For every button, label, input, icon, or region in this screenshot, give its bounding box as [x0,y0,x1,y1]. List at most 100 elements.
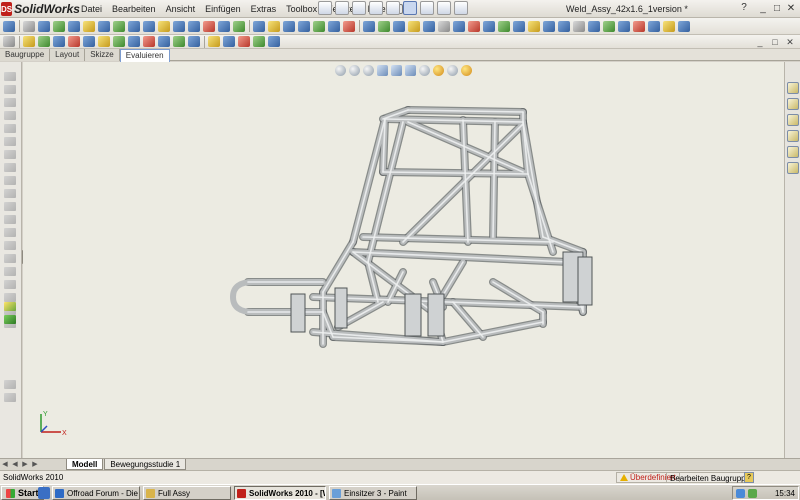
security-icon[interactable] [748,488,757,498]
tab-skizze[interactable]: Skizze [85,49,120,61]
sketch-arc-icon[interactable] [4,150,16,159]
options-gear-icon[interactable] [454,1,468,15]
weld-table-icon[interactable] [68,36,80,47]
material-icon[interactable] [98,36,110,47]
menu-bearbeiten[interactable]: Bearbeiten [107,0,161,18]
menu-einfuegen[interactable]: Einfügen [200,0,246,18]
trim-extend-icon[interactable] [298,20,310,32]
gusset-icon[interactable] [328,20,340,32]
scene-icon[interactable] [128,36,140,47]
smart-dimension-icon[interactable] [38,36,50,47]
point-icon[interactable] [588,20,600,32]
plane-icon[interactable] [543,20,555,32]
appearances-scenes-icon[interactable] [787,146,799,158]
edit-sketch-icon[interactable] [23,36,35,47]
offset-icon[interactable] [158,20,170,32]
sketch-mirror-icon[interactable] [4,293,16,302]
sketch-parabola-icon[interactable] [4,176,16,185]
tab-evaluieren[interactable]: Evaluieren [119,49,170,62]
tube-frame-model[interactable] [23,62,784,458]
sketch-centerline-icon[interactable] [4,215,16,224]
rectangle-icon[interactable] [98,20,110,32]
sketch-trim-icon[interactable] [4,267,16,276]
cut-list-icon[interactable] [83,36,95,47]
curve-through-points-icon[interactable] [678,20,690,32]
prev-tab-arrow-icon[interactable]: ◀ [10,459,20,470]
graphics-viewport[interactable]: Y X [23,62,784,458]
section-view-icon[interactable] [513,20,525,32]
mirror-icon[interactable] [173,20,185,32]
arc-icon[interactable] [68,20,80,32]
rotate-component-icon[interactable] [408,20,420,32]
next-tab-arrow-icon[interactable]: ▶ [20,459,30,470]
repair-sketch-icon[interactable] [4,315,16,324]
new-document-icon[interactable] [318,1,332,15]
network-icon[interactable] [736,488,745,498]
undo-icon[interactable] [386,1,400,15]
close-button[interactable]: ✕ [784,0,798,17]
sketch-point-icon[interactable] [4,72,16,81]
sketch-chamfer-icon[interactable] [4,241,16,250]
dimension-icon[interactable] [218,20,230,32]
simulation-icon[interactable] [223,36,235,47]
sketch-icon[interactable] [23,20,35,32]
sketch-line-icon[interactable] [4,85,16,94]
file-explorer-icon[interactable] [787,114,799,126]
coordinate-system-icon[interactable] [573,20,585,32]
sketch-slot-icon[interactable] [4,111,16,120]
toolbox-icon[interactable] [188,36,200,47]
file-properties-icon[interactable] [437,1,451,15]
tab-modell[interactable]: Modell [66,459,104,470]
display-relations-icon[interactable] [233,20,245,32]
sketch-fillet-icon[interactable] [53,36,65,47]
3d-sketch-icon[interactable] [253,20,265,32]
solidworks-logo[interactable]: DS SolidWorks [1,1,80,17]
reference-geometry-icon[interactable] [528,20,540,32]
photoview-icon[interactable] [158,36,170,47]
menu-datei[interactable]: Datei [76,0,107,18]
axis-icon[interactable] [558,20,570,32]
sketch-text-icon[interactable] [4,202,16,211]
circuitworks-icon[interactable] [268,36,280,47]
doc-maximize-button[interactable]: □ [769,35,781,49]
sketch-polygon-icon[interactable] [4,124,16,133]
open-folder-icon[interactable] [335,1,349,15]
mass-properties-icon[interactable] [498,20,510,32]
task-paint[interactable]: Einsitzer 3 - Paint [329,486,417,500]
sketch-extend-icon[interactable] [4,280,16,289]
tab-baugruppe[interactable]: Baugruppe [0,49,51,61]
save-icon[interactable] [352,1,366,15]
trim-icon[interactable] [128,20,140,32]
sketch-fillet-side-icon[interactable] [4,228,16,237]
maximize-button[interactable]: □ [770,0,784,17]
design-library-icon[interactable] [208,36,220,47]
appearance-icon[interactable] [113,36,125,47]
quick-tips-help-icon[interactable]: ? [744,472,754,483]
select-pointer-icon[interactable] [403,1,417,15]
composite-curve-icon[interactable] [648,20,660,32]
last-tab-arrow-icon[interactable]: ▶ [30,459,40,470]
tab-bewegungsstudie-1[interactable]: Bewegungsstudie 1 [104,459,187,470]
weld-bead-icon[interactable] [343,20,355,32]
task-solidworks[interactable]: SolidWorks 2010 - [W... [234,486,326,500]
custom-properties-icon[interactable] [787,162,799,174]
menu-extras[interactable]: Extras [246,0,282,18]
sketch-spline-icon[interactable] [4,189,16,198]
decal-icon[interactable] [143,36,155,47]
render-icon[interactable] [173,36,185,47]
sketch-offset-icon[interactable] [4,254,16,263]
fillet-icon[interactable] [113,20,125,32]
mate-icon[interactable] [378,20,390,32]
helix-icon[interactable] [633,20,645,32]
sketch-rectangle-icon[interactable] [4,98,16,107]
move-component-icon[interactable] [393,20,405,32]
linear-pattern-icon[interactable] [188,20,200,32]
projected-curve-icon[interactable] [663,20,675,32]
line-icon[interactable] [38,20,50,32]
routing-icon[interactable] [253,36,265,47]
solidworks-resources-icon[interactable] [787,82,799,94]
menu-ansicht[interactable]: Ansicht [161,0,201,18]
weldment-icon[interactable] [268,20,280,32]
doc-minimize-button[interactable]: _ [754,35,766,49]
tab-layout[interactable]: Layout [50,49,86,61]
